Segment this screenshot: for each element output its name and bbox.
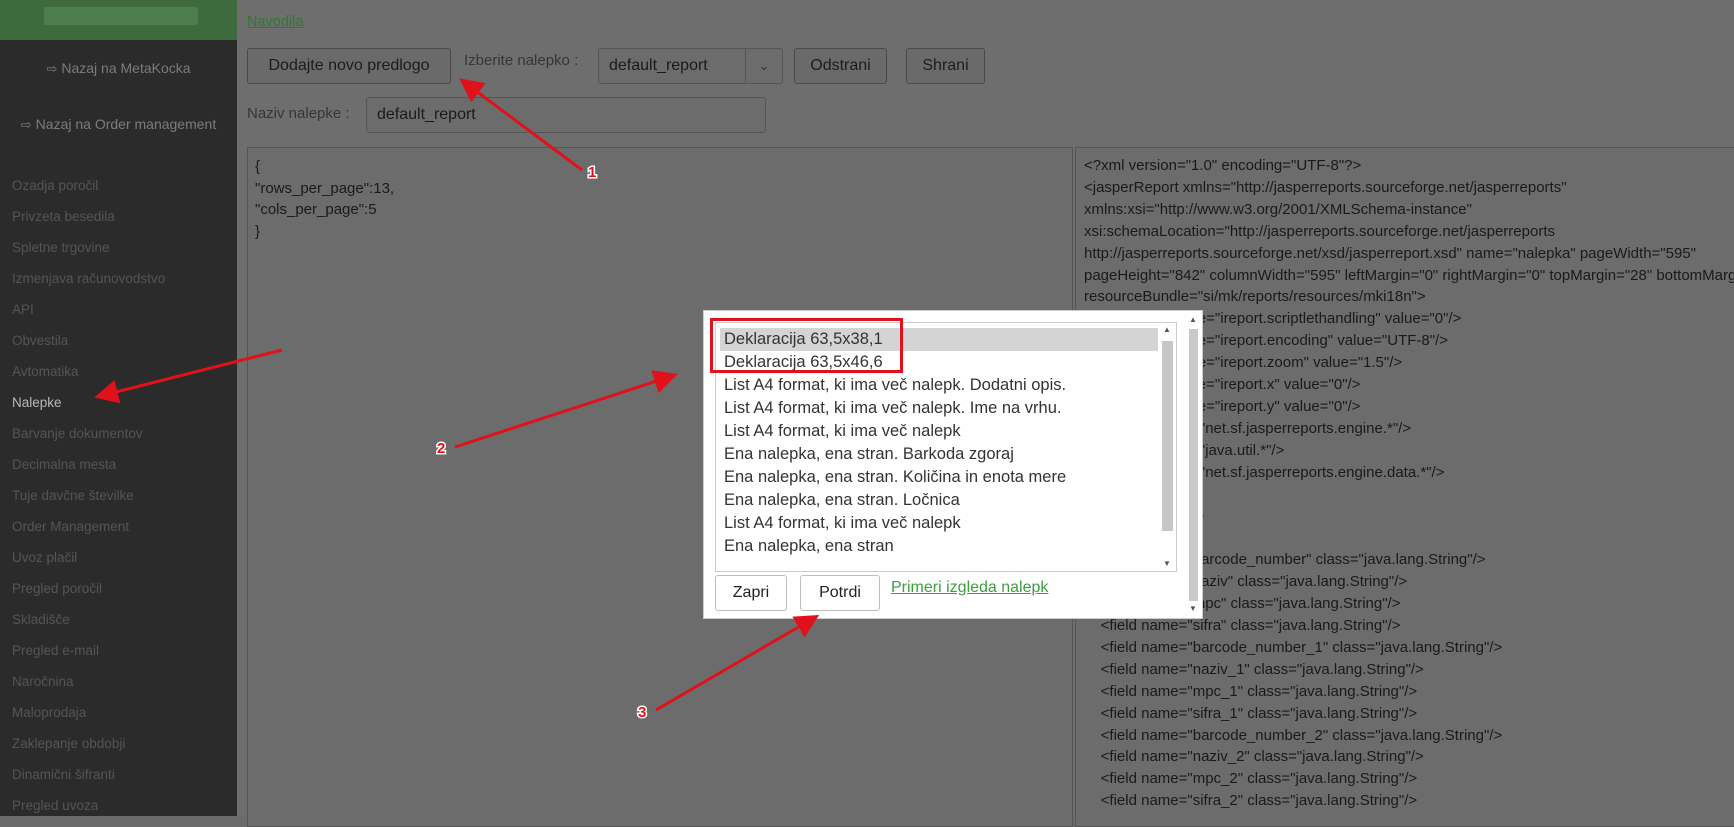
save-button[interactable]: Shrani — [906, 48, 985, 84]
label-select-value: default_report — [609, 57, 708, 74]
list-option[interactable]: List A4 format, ki ima več nalepk. Dodat… — [716, 374, 1176, 397]
json-line: } — [255, 222, 261, 240]
back-to-metakocka-link[interactable]: ⇨ Nazaj na MetaKocka — [0, 60, 237, 77]
scroll-down-icon[interactable]: ▼ — [1186, 602, 1200, 616]
name-input[interactable]: default_report — [366, 97, 766, 133]
sidebar-item-dinamicni-sifranti[interactable]: Dinamični šifranti — [12, 767, 115, 782]
sidebar-item-maloprodaja[interactable]: Maloprodaja — [12, 705, 86, 720]
back-link-label: Nazaj na Order management — [35, 116, 217, 132]
sidebar-item-uvoz-placil[interactable]: Uvoz plačil — [12, 550, 77, 565]
sidebar-item-barvanje-dokumentov[interactable]: Barvanje dokumentov — [12, 426, 143, 441]
json-line: "cols_per_page":5 — [255, 201, 377, 218]
name-label: Naziv nalepke : — [247, 105, 350, 122]
select-label: Izberite nalepko : — [464, 52, 579, 69]
label-select[interactable]: default_report ⌄ — [598, 48, 783, 84]
sidebar-logo — [0, 0, 237, 40]
sidebar-item-obvestila[interactable]: Obvestila — [12, 333, 68, 348]
scroll-up-icon[interactable]: ▲ — [1160, 323, 1174, 337]
sidebar-item-spletne-trgovine[interactable]: Spletne trgovine — [12, 240, 110, 255]
dialog-scrollbar[interactable]: ▲ ▼ — [1186, 311, 1200, 618]
help-link[interactable]: Navodila — [247, 14, 303, 30]
sidebar-item-privzeta-besedila[interactable]: Privzeta besedila — [12, 209, 115, 224]
sidebar-item-api[interactable]: API — [12, 302, 34, 317]
json-line: { — [255, 158, 261, 175]
scroll-thumb[interactable] — [1162, 341, 1173, 531]
sidebar-item-skladisce[interactable]: Skladišče — [12, 612, 70, 627]
exit-icon: ⇨ — [46, 61, 58, 76]
sidebar-item-pregled-porocil[interactable]: Pregled poročil — [12, 581, 102, 596]
remove-button[interactable]: Odstrani — [794, 48, 887, 84]
sidebar-item-tuje-davcne-stevilke[interactable]: Tuje davčne številke — [12, 488, 134, 503]
scroll-thumb[interactable] — [1189, 329, 1198, 601]
chevron-down-icon: ⌄ — [745, 49, 782, 83]
back-link-label: Nazaj na MetaKocka — [61, 60, 191, 76]
scroll-down-icon[interactable]: ▼ — [1160, 557, 1174, 571]
list-option[interactable]: Ena nalepka, ena stran. Barkoda zgoraj — [716, 443, 1176, 466]
list-option[interactable]: Ena nalepka, ena stran. Ločnica — [716, 489, 1176, 512]
sidebar-item-order-management[interactable]: Order Management — [12, 519, 129, 534]
scroll-up-icon[interactable]: ▲ — [1186, 313, 1200, 327]
sidebar-item-pregled-uvoza[interactable]: Pregled uvoza — [12, 798, 98, 813]
list-option[interactable]: Ena nalepka, ena stran. Količina in enot… — [716, 466, 1176, 489]
highlight-box — [710, 318, 903, 373]
sidebar-item-ozadja-porocil[interactable]: Ozadja poročil — [12, 178, 98, 193]
sidebar-item-pregled-email[interactable]: Pregled e-mail — [12, 643, 99, 658]
logo-blurred — [44, 7, 198, 25]
sidebar: ⇨ Nazaj na MetaKocka ⇨ Nazaj na Order mana… — [0, 0, 237, 816]
sidebar-item-izmenjava-racunovodstvo[interactable]: Izmenjava računovodstvo — [12, 271, 165, 286]
confirm-button[interactable]: Potrdi — [800, 575, 880, 611]
back-to-order-management-link[interactable]: ⇨ Nazaj na Order management — [0, 116, 237, 133]
list-option[interactable]: List A4 format, ki ima več nalepk — [716, 420, 1176, 443]
listbox-scrollbar[interactable]: ▲ ▼ — [1160, 323, 1174, 571]
close-button[interactable]: Zapri — [715, 575, 787, 611]
sidebar-item-narocnina[interactable]: Naročnina — [12, 674, 74, 689]
list-option[interactable]: List A4 format, ki ima več nalepk. Ime n… — [716, 397, 1176, 420]
list-option[interactable]: Ena nalepka, ena stran — [716, 535, 1176, 558]
list-option[interactable]: List A4 format, ki ima več nalepk — [716, 512, 1176, 535]
sidebar-item-zaklepanje-obdobji[interactable]: Zaklepanje obdobji — [12, 736, 125, 751]
json-line: "rows_per_page":13, — [255, 179, 395, 197]
sidebar-item-decimalna-mesta[interactable]: Decimalna mesta — [12, 457, 116, 472]
label-examples-link[interactable]: Primeri izgleda nalepk — [891, 579, 1048, 597]
sidebar-item-avtomatika[interactable]: Avtomatika — [12, 364, 79, 379]
add-template-button[interactable]: Dodajte novo predlogo — [247, 48, 451, 84]
sidebar-item-nalepke[interactable]: Nalepke — [12, 395, 62, 410]
exit-icon: ⇨ — [20, 117, 32, 132]
